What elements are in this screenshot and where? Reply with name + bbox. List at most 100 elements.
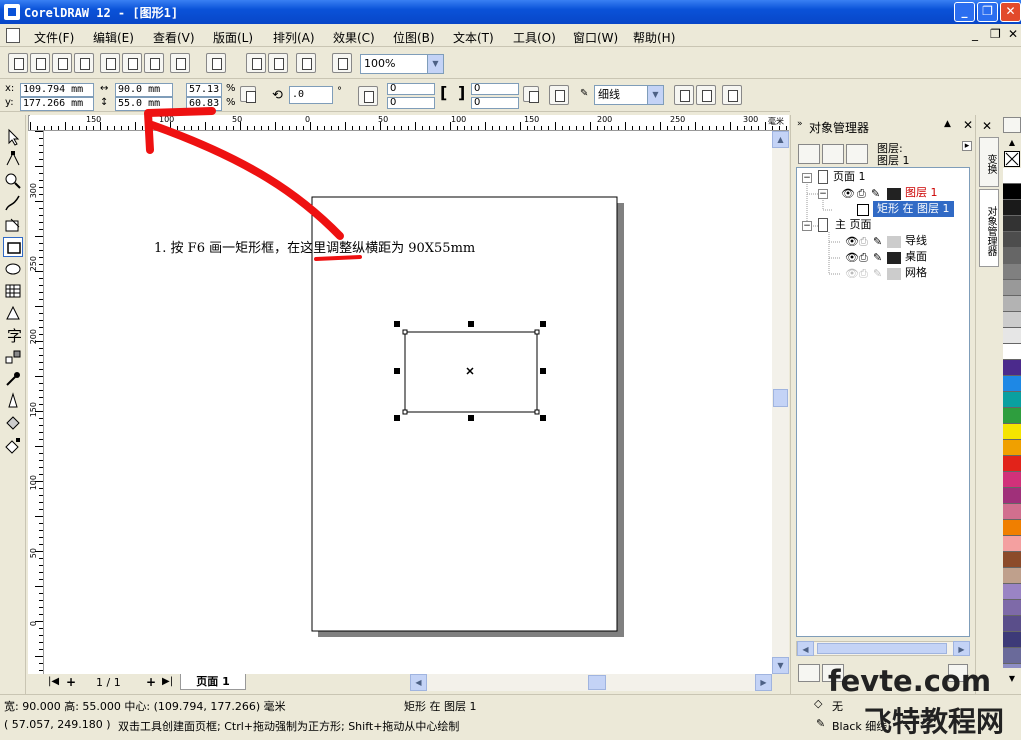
vertical-scrollbar[interactable]: ▲ ▼ — [772, 131, 789, 674]
palette-menu-icon[interactable] — [1003, 117, 1021, 133]
pencil-icon[interactable]: ✎ — [873, 251, 882, 264]
paste-icon[interactable] — [144, 53, 164, 73]
eye-icon[interactable]: 👁 — [841, 187, 855, 200]
add-page-after-icon[interactable]: + — [146, 675, 156, 689]
to-front-icon[interactable] — [674, 85, 694, 105]
palette-scroll-up-icon[interactable]: ▲ — [1003, 137, 1021, 149]
color-swatch[interactable] — [1003, 200, 1021, 216]
pencil-icon[interactable]: ✎ — [873, 235, 882, 248]
color-swatch[interactable] — [1003, 216, 1021, 232]
show-properties-icon[interactable] — [798, 144, 820, 164]
color-swatch[interactable] — [1003, 440, 1021, 456]
close-button[interactable]: ✕ — [1000, 2, 1021, 22]
corner-bottom-right-field[interactable]: 0 — [471, 97, 519, 109]
color-swatch[interactable] — [1003, 312, 1021, 328]
text-tool-icon[interactable]: 字 — [3, 325, 23, 345]
doc-close-button[interactable]: ✕ — [1008, 27, 1018, 41]
vertical-ruler[interactable]: 300 250 200 150 100 50 0 — [28, 131, 44, 674]
color-swatch[interactable] — [1003, 344, 1021, 360]
menu-tools[interactable]: 工具(O) — [513, 29, 556, 46]
color-swatch[interactable] — [1003, 408, 1021, 424]
y-position-field[interactable]: 177.266 mm — [20, 97, 94, 111]
menu-effects[interactable]: 效果(C) — [333, 29, 375, 46]
zoom-combo[interactable]: 100% ▼ — [360, 54, 444, 74]
pick-tool-icon[interactable] — [3, 127, 23, 147]
coreldraw-app-icon[interactable] — [4, 4, 20, 20]
doc-restore-button[interactable]: ❐ — [990, 27, 1001, 41]
fill-tool-icon[interactable] — [3, 413, 23, 433]
document-icon[interactable] — [6, 28, 20, 43]
color-swatch[interactable] — [1003, 504, 1021, 520]
eye-icon[interactable]: 👁 — [845, 251, 859, 264]
tree-item-rectangle[interactable]: 矩形 在 图层 1 — [873, 201, 954, 217]
color-swatch[interactable] — [1003, 328, 1021, 344]
edit-across-layers-icon[interactable] — [822, 144, 844, 164]
add-page-before-icon[interactable]: + — [66, 675, 76, 689]
interactive-fill-tool-icon[interactable] — [3, 435, 23, 455]
menu-view[interactable]: 查看(V) — [153, 29, 195, 46]
freehand-tool-icon[interactable] — [3, 193, 23, 213]
color-swatch[interactable] — [1003, 184, 1021, 200]
expand-page-icon[interactable]: − — [802, 173, 812, 183]
menu-bitmaps[interactable]: 位图(B) — [393, 29, 435, 46]
color-swatch[interactable] — [1003, 376, 1021, 392]
layer-manager-view-icon[interactable] — [846, 144, 868, 164]
menu-file[interactable]: 文件(F) — [34, 29, 74, 46]
copy-icon[interactable] — [122, 53, 142, 73]
doc-minimize-button[interactable]: _ — [972, 27, 978, 41]
save-icon[interactable] — [52, 53, 72, 73]
scroll-left-icon[interactable]: ◀ — [797, 641, 814, 656]
pencil-icon[interactable]: ✎ — [873, 267, 882, 280]
docker-collapse-icon[interactable]: » — [797, 119, 803, 129]
docker-menu-icon[interactable]: ▸ — [962, 141, 972, 151]
ellipse-tool-icon[interactable] — [3, 259, 23, 279]
color-swatch[interactable] — [1003, 296, 1021, 312]
scroll-left-icon[interactable]: ◀ — [410, 674, 427, 691]
tab-transform[interactable]: 变换 — [979, 137, 999, 187]
corner-top-right-field[interactable]: 0 — [471, 83, 519, 95]
vertical-scroll-thumb[interactable] — [773, 389, 788, 407]
docker-scroll-thumb[interactable] — [817, 643, 947, 654]
width-field[interactable]: 90.0 mm — [115, 83, 173, 97]
palette-scroll-down-icon[interactable]: ▼ — [1003, 672, 1021, 686]
corel-online-icon[interactable] — [332, 53, 352, 73]
color-swatch[interactable] — [1003, 248, 1021, 264]
horizontal-scroll-thumb[interactable] — [588, 675, 606, 690]
menu-help[interactable]: 帮助(H) — [633, 29, 675, 46]
eye-icon[interactable]: 👁 — [845, 235, 859, 248]
expand-master-icon[interactable]: − — [802, 221, 812, 231]
new-icon[interactable] — [8, 53, 28, 73]
docker-close-icon[interactable]: ✕ — [963, 118, 973, 132]
printer-icon[interactable]: ⎙ — [859, 267, 868, 281]
height-field[interactable]: 55.0 mm — [115, 97, 173, 111]
menu-text[interactable]: 文本(T) — [453, 29, 494, 46]
new-layer-icon[interactable] — [798, 664, 820, 682]
tree-item-guides[interactable]: 导线 — [905, 233, 927, 249]
lock-ratio-icon[interactable] — [240, 86, 256, 103]
import-icon[interactable] — [246, 53, 266, 73]
corner-bottom-left-field[interactable]: 0 — [387, 97, 435, 109]
x-position-field[interactable]: 109.794 mm — [20, 83, 94, 97]
horizontal-ruler[interactable]: 150 100 50 0 50 100 150 200 250 300 — [30, 115, 789, 131]
color-swatch[interactable] — [1003, 584, 1021, 600]
redo-icon[interactable] — [206, 53, 226, 73]
color-palette[interactable] — [1003, 168, 1021, 668]
tab-page-1[interactable]: 页面 1 — [180, 674, 246, 690]
to-back-icon[interactable] — [696, 85, 716, 105]
color-swatch[interactable] — [1003, 632, 1021, 648]
graph-paper-tool-icon[interactable] — [3, 281, 23, 301]
eye-icon[interactable]: 👁 — [845, 267, 859, 280]
color-swatch[interactable] — [1003, 664, 1021, 668]
color-swatch[interactable] — [1003, 536, 1021, 552]
color-swatch[interactable] — [1003, 360, 1021, 376]
docker-tabs-close-icon[interactable]: ✕ — [982, 119, 992, 133]
drawing-canvas[interactable]: 1. 按 F6 画一矩形框，在这里调整纵横距为 90X55mm — [44, 131, 772, 674]
print-icon[interactable] — [74, 53, 94, 73]
menu-layout[interactable]: 版面(L) — [213, 29, 253, 46]
corner-top-left-field[interactable]: 0 — [387, 83, 435, 95]
scale-width-field[interactable]: 57.13 — [186, 83, 222, 97]
basic-shapes-tool-icon[interactable] — [3, 303, 23, 323]
menu-window[interactable]: 窗口(W) — [573, 29, 618, 46]
menu-edit[interactable]: 编辑(E) — [93, 29, 134, 46]
color-swatch[interactable] — [1003, 520, 1021, 536]
